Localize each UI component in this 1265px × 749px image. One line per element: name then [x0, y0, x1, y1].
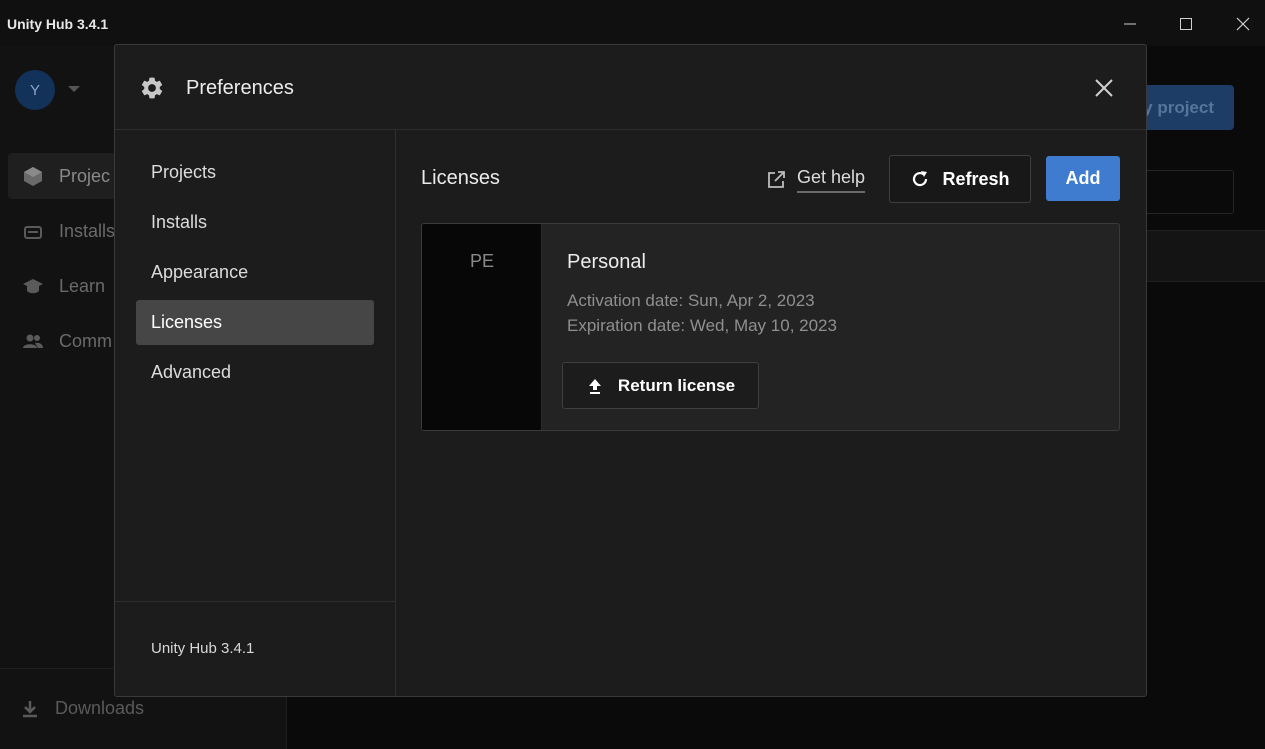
prefs-footer: Unity Hub 3.4.1 — [115, 601, 395, 696]
get-help-link[interactable]: Get help — [766, 167, 866, 193]
sidebar-item-learn[interactable]: Learn — [22, 275, 105, 297]
close-icon — [1236, 17, 1250, 31]
dialog-header: Preferences — [115, 45, 1146, 130]
refresh-icon — [913, 171, 928, 187]
prefs-nav-label: Licenses — [151, 312, 223, 332]
sidebar-item-label: Learn — [59, 275, 106, 296]
sidebar-item-installs[interactable]: Installs — [22, 220, 115, 242]
expiration-date: Expiration date: Wed, May 10, 2023 — [567, 316, 837, 335]
gear-icon — [141, 77, 163, 99]
avatar-initial: Y — [29, 81, 40, 99]
prefs-nav-label: Installs — [151, 212, 208, 232]
sidebar-item-community[interactable]: Comm — [22, 330, 112, 352]
license-dates: Activation date: Sun, Apr 2, 2023 Expira… — [567, 288, 837, 338]
sidebar-item-label: Installs — [59, 220, 116, 241]
get-help-label: Get help — [797, 167, 866, 193]
installs-icon — [24, 226, 42, 239]
version-label: Unity Hub 3.4.1 — [151, 640, 255, 657]
license-card: PE Personal Activation date: Sun, Apr 2,… — [421, 223, 1120, 431]
maximize-button[interactable] — [1166, 6, 1206, 42]
projects-table-header — [1130, 230, 1265, 282]
refresh-button[interactable]: Refresh — [889, 155, 1031, 203]
license-badge: PE — [422, 224, 542, 430]
prefs-nav-appearance[interactable]: Appearance — [136, 250, 374, 295]
prefs-nav-label: Advanced — [151, 362, 232, 382]
sidebar-item-projects[interactable]: Projec — [22, 165, 110, 187]
preferences-nav: Projects Installs Appearance Licenses Ad… — [115, 130, 396, 696]
cube-icon — [24, 167, 42, 186]
dialog-title: Preferences — [186, 77, 294, 99]
downloads-button[interactable]: Downloads — [20, 698, 144, 719]
dialog-close-button[interactable] — [1089, 73, 1119, 103]
prefs-nav-licenses[interactable]: Licenses — [136, 300, 374, 345]
downloads-label: Downloads — [55, 698, 145, 718]
prefs-nav-projects[interactable]: Projects — [136, 150, 374, 195]
upload-icon — [588, 378, 601, 394]
download-icon — [23, 700, 37, 717]
preferences-dialog: Preferences Projects Installs Appearance… — [114, 44, 1147, 697]
sidebar-item-label: Projec — [59, 165, 111, 186]
close-icon — [1095, 79, 1113, 97]
people-icon — [23, 334, 43, 348]
window-close-button[interactable] — [1223, 6, 1263, 42]
prefs-nav-label: Projects — [151, 162, 217, 182]
return-license-button[interactable]: Return license — [562, 362, 759, 409]
avatar[interactable]: Y — [15, 70, 55, 110]
refresh-label: Refresh — [942, 168, 1010, 189]
activation-date: Activation date: Sun, Apr 2, 2023 — [567, 291, 815, 310]
minimize-icon — [1124, 23, 1136, 25]
graduation-cap-icon — [23, 279, 43, 294]
minimize-button[interactable] — [1110, 6, 1150, 42]
licenses-panel: Licenses Get help Refresh Add PE Persona… — [397, 130, 1146, 696]
external-link-icon — [768, 171, 785, 188]
chevron-down-icon[interactable] — [68, 85, 80, 93]
prefs-nav-advanced[interactable]: Advanced — [136, 350, 374, 395]
licenses-heading: Licenses — [421, 167, 500, 189]
title-bar: Unity Hub 3.4.1 — [0, 0, 1265, 46]
license-name: Personal — [567, 251, 646, 273]
maximize-icon — [1180, 18, 1192, 30]
license-badge-text: PE — [469, 251, 494, 271]
sidebar-item-label: Comm — [59, 330, 112, 351]
add-license-button[interactable]: Add — [1046, 156, 1120, 201]
prefs-nav-installs[interactable]: Installs — [136, 200, 374, 245]
add-label: Add — [1065, 168, 1101, 188]
window-title: Unity Hub 3.4.1 — [7, 16, 109, 32]
new-project-label: y project — [1143, 97, 1214, 117]
prefs-nav-label: Appearance — [151, 262, 249, 282]
return-license-label: Return license — [617, 375, 736, 395]
